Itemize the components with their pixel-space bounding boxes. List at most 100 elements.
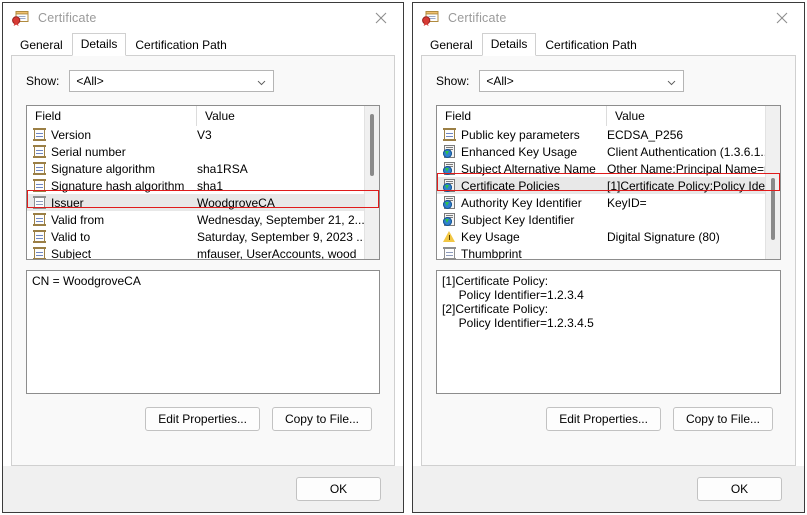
table-row[interactable]: Valid to Saturday, September 9, 2023 ... (27, 228, 379, 245)
table-row[interactable]: Subject Key Identifier (437, 211, 780, 228)
cell-field-text: Thumbprint (461, 246, 522, 260)
certificate-icon (422, 10, 439, 26)
grid-scrollbar-thumb[interactable] (771, 178, 775, 240)
cell-field-text: Subject Alternative Name (461, 161, 596, 176)
column-header-value[interactable]: Value (607, 106, 780, 126)
show-dropdown-value: <All> (76, 74, 104, 88)
certificate-field-icon (443, 247, 456, 259)
details-grid-left[interactable]: Field Value Version V3 Serial number Sig… (26, 105, 380, 260)
window-title: Certificate (448, 11, 507, 25)
certificate-field-icon (33, 196, 46, 209)
tab-certification-path[interactable]: Certification Path (536, 34, 645, 55)
table-row[interactable]: Valid from Wednesday, September 21, 2... (27, 211, 379, 228)
tab-general[interactable]: General (421, 34, 482, 55)
table-row[interactable]: Authority Key Identifier KeyID= (437, 194, 780, 211)
close-icon[interactable] (359, 3, 403, 33)
titlebar-right: Certificate (413, 3, 804, 33)
show-dropdown[interactable]: <All> (69, 70, 275, 92)
grid-rows: Version V3 Serial number Signature algor… (27, 126, 379, 260)
ok-button[interactable]: OK (697, 477, 782, 501)
show-dropdown-value: <All> (486, 74, 514, 88)
grid-scrollbar-thumb[interactable] (370, 114, 374, 176)
edit-properties-button[interactable]: Edit Properties... (145, 407, 260, 431)
cell-value-text: Wednesday, September 21, 2... (197, 212, 365, 227)
cell-value-text: ECDSA_P256 (607, 127, 684, 142)
table-row[interactable]: Subject mfauser, UserAccounts, wood (27, 245, 379, 260)
chevron-down-icon (257, 76, 266, 86)
table-row-selected[interactable]: Certificate Policies [1]Certificate Poli… (437, 177, 780, 194)
cell-field-text: Public key parameters (461, 127, 580, 142)
cell-field-text: Version (51, 127, 92, 142)
tab-details[interactable]: Details (481, 33, 537, 56)
column-header-value[interactable]: Value (197, 106, 379, 126)
extension-field-icon (443, 196, 456, 209)
tab-general[interactable]: General (11, 34, 72, 55)
tabstrip-left: General Details Certification Path (3, 33, 403, 56)
grid-scrollbar[interactable] (765, 106, 780, 259)
certificate-field-icon (33, 247, 46, 259)
extension-field-icon (443, 179, 456, 192)
cell-field-text: Enhanced Key Usage (461, 144, 578, 159)
table-row[interactable]: Thumbprint (437, 245, 780, 260)
ok-button[interactable]: OK (296, 477, 381, 501)
table-row[interactable]: Key Usage Digital Signature (80) (437, 228, 780, 245)
details-panel-left: Show: <All> Field Value Version V3 Seria… (11, 55, 395, 466)
extension-field-icon (443, 145, 456, 158)
table-row[interactable]: Serial number (27, 143, 379, 160)
cell-value-text: sha1 (197, 178, 224, 193)
grid-scrollbar[interactable] (364, 106, 379, 259)
certificate-window-left: Certificate General Details Certificatio… (2, 2, 404, 513)
footer-left: OK (3, 466, 403, 512)
table-row[interactable]: Subject Alternative Name Other Name:Prin… (437, 160, 780, 177)
show-dropdown[interactable]: <All> (479, 70, 685, 92)
table-row[interactable]: Signature hash algorithm sha1 (27, 177, 379, 194)
cell-value-text: [1]Certificate Policy:Policy Ide... (607, 178, 776, 193)
cell-value-text: Other Name:Principal Name=m... (607, 161, 780, 176)
warning-field-icon (443, 230, 456, 243)
details-grid-right[interactable]: Field Value Public key parameters ECDSA_… (436, 105, 781, 260)
certificate-window-right: Certificate General Details Certificatio… (412, 2, 805, 513)
action-buttons: Edit Properties... Copy to File... (26, 407, 372, 431)
cell-field-text: Signature hash algorithm (51, 178, 185, 193)
table-row[interactable]: Signature algorithm sha1RSA (27, 160, 379, 177)
screen: Certificate General Details Certificatio… (0, 0, 807, 515)
cell-field-text: Subject (51, 246, 92, 260)
cell-value-text: KeyID= (607, 195, 647, 210)
certificate-field-icon (33, 162, 46, 175)
cell-value-text: Saturday, September 9, 2023 ... (197, 229, 367, 244)
show-row: Show: <All> (26, 70, 394, 92)
grid-rows: Public key parameters ECDSA_P256 Enhance… (437, 126, 780, 260)
cell-value-text: sha1RSA (197, 161, 248, 176)
certificate-field-icon (443, 128, 456, 141)
extension-field-icon (443, 162, 456, 175)
grid-header: Field Value (437, 106, 780, 126)
detail-textbox[interactable]: CN = WoodgroveCA (26, 270, 380, 394)
chevron-down-icon (667, 76, 676, 86)
cell-field-text: Signature algorithm (51, 161, 156, 176)
copy-to-file-button[interactable]: Copy to File... (672, 407, 773, 431)
tabstrip-right: General Details Certification Path (413, 33, 804, 56)
detail-textbox[interactable]: [1]Certificate Policy: Policy Identifier… (436, 270, 781, 394)
certificate-field-icon (33, 213, 46, 226)
certificate-field-icon (33, 230, 46, 243)
close-icon[interactable] (760, 3, 804, 33)
table-row[interactable]: Version V3 (27, 126, 379, 143)
edit-properties-button[interactable]: Edit Properties... (546, 407, 661, 431)
cell-value-text: Digital Signature (80) (607, 229, 720, 244)
tab-certification-path[interactable]: Certification Path (126, 34, 235, 55)
titlebar-left: Certificate (3, 3, 403, 33)
certificate-field-icon (33, 128, 46, 141)
cell-value-text: mfauser, UserAccounts, wood (197, 246, 357, 260)
table-row[interactable]: Enhanced Key Usage Client Authentication… (437, 143, 780, 160)
table-row[interactable]: Public key parameters ECDSA_P256 (437, 126, 780, 143)
cell-field-text: Key Usage (461, 229, 520, 244)
show-label: Show: (26, 74, 60, 88)
certificate-field-icon (33, 179, 46, 192)
copy-to-file-button[interactable]: Copy to File... (271, 407, 372, 431)
certificate-icon (12, 10, 29, 26)
column-header-field[interactable]: Field (437, 106, 607, 126)
column-header-field[interactable]: Field (27, 106, 197, 126)
cell-field-text: Serial number (51, 144, 126, 159)
tab-details[interactable]: Details (71, 33, 127, 56)
table-row-selected[interactable]: Issuer WoodgroveCA (27, 194, 379, 211)
